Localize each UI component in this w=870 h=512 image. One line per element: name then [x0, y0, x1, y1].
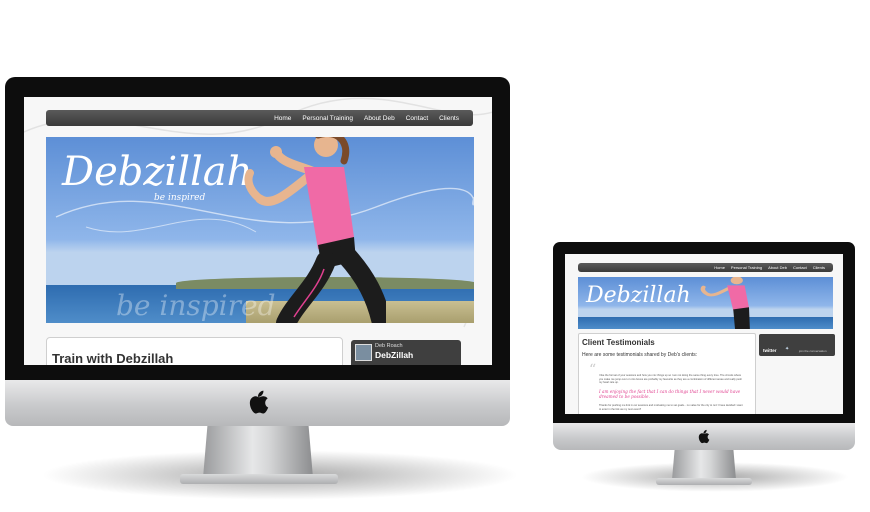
twitter-cta: join the conversation: [799, 349, 827, 353]
testimonials-intro: Here are some testimonials shared by Deb…: [582, 352, 698, 358]
large-content-box: Train with Debzillah: [46, 337, 343, 365]
large-profile-box: Deb Roach DebZillah: [351, 340, 461, 365]
profile-name: DebZillah: [375, 350, 414, 360]
small-runner-figure: [700, 277, 750, 329]
apple-logo-icon-small: [697, 429, 710, 449]
twitter-box[interactable]: twitter ✦ join the conversation: [759, 334, 835, 356]
large-content-title: Train with Debzillah: [52, 351, 174, 365]
large-hero-banner: Debzillah be inspired be inspired: [46, 137, 474, 323]
small-content-box: Client Testimonials Here are some testim…: [578, 333, 756, 414]
large-screen: Home Personal Training About Deb Contact…: [24, 97, 492, 365]
testimonials-title: Client Testimonials: [582, 338, 655, 347]
large-monitor-stand: [203, 426, 313, 478]
large-logo-tagline: be inspired: [154, 193, 206, 203]
twitter-label: twitter: [763, 348, 777, 353]
nav-about-deb[interactable]: About Deb: [364, 115, 395, 122]
small-nav-home[interactable]: Home: [714, 265, 725, 270]
small-nav-clients[interactable]: Clients: [813, 265, 825, 270]
small-nav-contact[interactable]: Contact: [793, 265, 807, 270]
runner-figure: [244, 137, 386, 323]
profile-avatar: [355, 344, 372, 361]
small-nav-about-deb[interactable]: About Deb: [768, 265, 787, 270]
quote-tail: Thanks for pushing me link in our sessio…: [599, 404, 743, 411]
small-monitor-stand: [672, 450, 736, 480]
quote-body: I like the format of your sessions and h…: [599, 374, 742, 385]
large-monitor-foot: [180, 474, 338, 484]
nav-clients[interactable]: Clients: [439, 115, 459, 122]
quote-mark-icon: “: [589, 362, 597, 378]
small-screen: Home Personal Training About Deb Contact…: [565, 254, 843, 414]
small-navbar: Home Personal Training About Deb Contact…: [578, 263, 833, 272]
large-navbar: Home Personal Training About Deb Contact…: [46, 110, 473, 126]
large-logo-text: Debzillah: [62, 149, 253, 195]
small-nav-personal-training[interactable]: Personal Training: [731, 265, 762, 270]
small-monitor-foot: [656, 478, 752, 485]
small-logo-text: Debzillah: [586, 283, 691, 308]
apple-logo-icon: [247, 389, 269, 420]
quote-highlight: I am enjoying the fact that I can do thi…: [599, 389, 741, 399]
nav-contact[interactable]: Contact: [406, 115, 428, 122]
nav-personal-training[interactable]: Personal Training: [302, 115, 353, 122]
profile-small-text: Deb Roach: [375, 343, 403, 349]
nav-home[interactable]: Home: [274, 115, 291, 122]
small-hero-banner: Debzillah: [578, 277, 833, 329]
twitter-bird-icon: ✦: [785, 346, 790, 352]
